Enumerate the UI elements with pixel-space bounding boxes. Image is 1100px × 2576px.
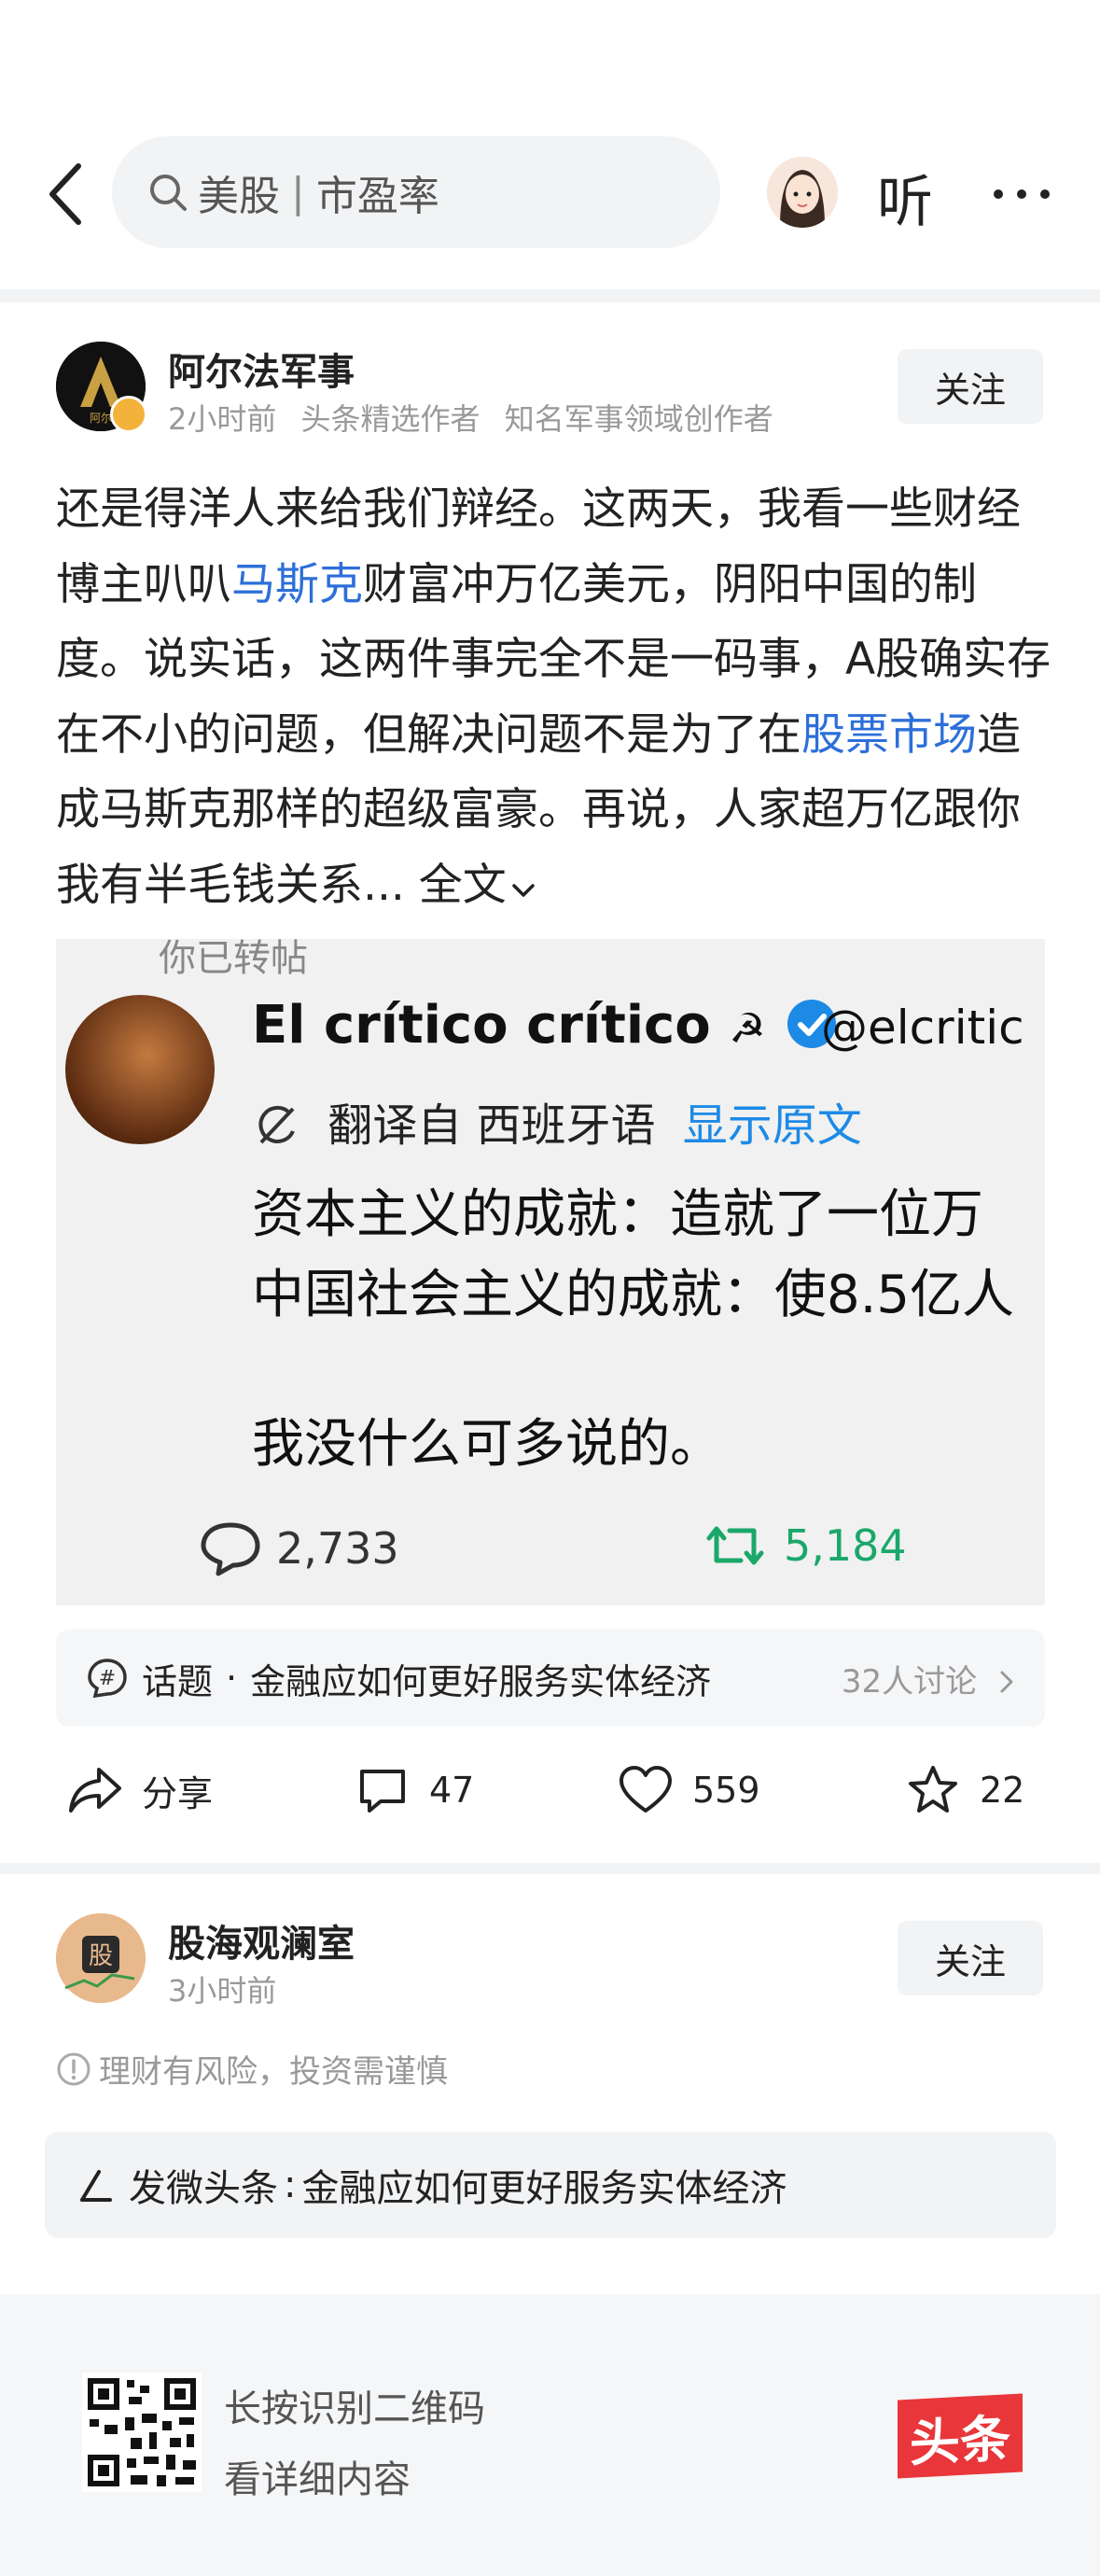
topic-count: 32人讨论 xyxy=(842,1656,1017,1701)
follow-button[interactable]: 关注 xyxy=(898,1921,1043,1995)
tweet-handle: @elcritic xyxy=(821,1001,1024,1055)
qr-hint-line2: 看详细内容 xyxy=(224,2458,411,2501)
expand-full-text-button[interactable]: 全文 xyxy=(419,860,536,911)
translation-row: 翻译自 西班牙语 显示原文 xyxy=(252,1088,862,1154)
link-musk[interactable]: 马斯克 xyxy=(231,559,363,610)
follow-button[interactable]: 关注 xyxy=(898,349,1043,424)
hammer-sickle-icon: ☭ xyxy=(729,1005,766,1053)
svg-text:股: 股 xyxy=(89,1942,113,1970)
divider xyxy=(0,1863,1100,1874)
author-name[interactable]: 股海观澜室 xyxy=(168,1913,355,1967)
topic-prefix: 话题 xyxy=(142,1660,214,1702)
qr-code-icon[interactable] xyxy=(82,2373,202,2492)
post-image[interactable]: 你已转帖 El crítico crítico ☭ @elcritic 翻译自 … xyxy=(56,939,1045,1605)
search-keyword: 美股 xyxy=(198,173,280,220)
search-separator: | xyxy=(291,168,305,217)
author-avatar[interactable]: 股 xyxy=(56,1913,146,2003)
heart-icon xyxy=(620,1766,672,1813)
show-original-link: 显示原文 xyxy=(682,1099,862,1152)
tweet-avatar xyxy=(65,995,215,1144)
search-icon xyxy=(147,172,188,213)
repost-hint: 你已转帖 xyxy=(159,939,308,980)
star-icon xyxy=(909,1766,957,1813)
comment-button[interactable]: 47 xyxy=(355,1760,474,1820)
compose-label: 发微头条 xyxy=(129,2167,278,2210)
verified-badge-icon xyxy=(110,396,147,433)
comment-icon xyxy=(360,1770,405,1813)
favorite-button[interactable]: 22 xyxy=(905,1760,1024,1820)
post-time: 2小时前 xyxy=(168,401,277,437)
tweet-retweets: 5,184 xyxy=(700,1519,907,1572)
author-title: 知名军事领域创作者 xyxy=(504,401,773,437)
link-stock-market[interactable]: 股票市场 xyxy=(801,709,977,761)
toutiao-logo: 头条 xyxy=(898,2393,1023,2479)
chevron-down-icon xyxy=(512,883,535,897)
tweet-replies: 2,733 xyxy=(198,1519,399,1577)
topic-title: 金融应如何更好服务实体经济 xyxy=(250,1660,712,1702)
tweet-line-3: 我没什么可多说的。 xyxy=(252,1414,722,1475)
search-bar[interactable]: 美股 | 市盈率 xyxy=(112,136,720,248)
pen-icon xyxy=(80,2170,112,2202)
translate-icon xyxy=(258,1105,295,1144)
share-button[interactable]: 分享 xyxy=(67,1760,213,1820)
author-badge: 头条精选作者 xyxy=(300,401,480,437)
topic-bar[interactable]: # 话题 · 金融应如何更好服务实体经济 32人讨论 xyxy=(56,1630,1045,1727)
risk-notice: 理财有风险，投资需谨慎 xyxy=(56,2046,448,2092)
back-icon[interactable] xyxy=(41,159,97,230)
tweet-author-name: El crítico crítico ☭ xyxy=(252,995,840,1056)
listen-button[interactable]: 听 xyxy=(877,157,933,238)
compose-bar[interactable]: 发微头条 : 金融应如何更好服务实体经济 xyxy=(45,2132,1056,2238)
info-icon xyxy=(57,2052,91,2085)
user-avatar[interactable] xyxy=(767,157,838,228)
post-body: 还是得洋人来给我们辩经。这两天，我看一些财经博主叭叭马斯克财富冲万亿美元，阴阳中… xyxy=(56,472,1054,923)
more-icon[interactable] xyxy=(989,166,1054,222)
divider xyxy=(0,289,1100,302)
qr-hint-line1: 长按识别二维码 xyxy=(224,2387,485,2430)
compose-topic: 金融应如何更好服务实体经济 xyxy=(301,2167,787,2210)
post-meta: 2小时前 头条精选作者 知名军事领域创作者 xyxy=(168,396,788,439)
author-name[interactable]: 阿尔法军事 xyxy=(168,342,355,396)
tweet-line-1: 资本主义的成就：造就了一位万 xyxy=(252,1184,983,1245)
like-button[interactable]: 559 xyxy=(618,1760,760,1820)
post-time: 3小时前 xyxy=(168,1973,277,2009)
chevron-right-icon xyxy=(1000,1671,1013,1692)
reply-icon xyxy=(201,1522,260,1576)
tweet-line-2: 中国社会主义的成就：使8.5亿人 xyxy=(252,1265,1015,1325)
topic-dot: · xyxy=(226,1658,238,1699)
topic-icon: # xyxy=(88,1659,127,1699)
svg-text:阿尔: 阿尔 xyxy=(90,411,112,425)
search-suggestion: 市盈率 xyxy=(315,173,439,220)
share-icon xyxy=(69,1768,121,1813)
retweet-icon xyxy=(706,1526,764,1565)
svg-text:#: # xyxy=(99,1667,116,1690)
